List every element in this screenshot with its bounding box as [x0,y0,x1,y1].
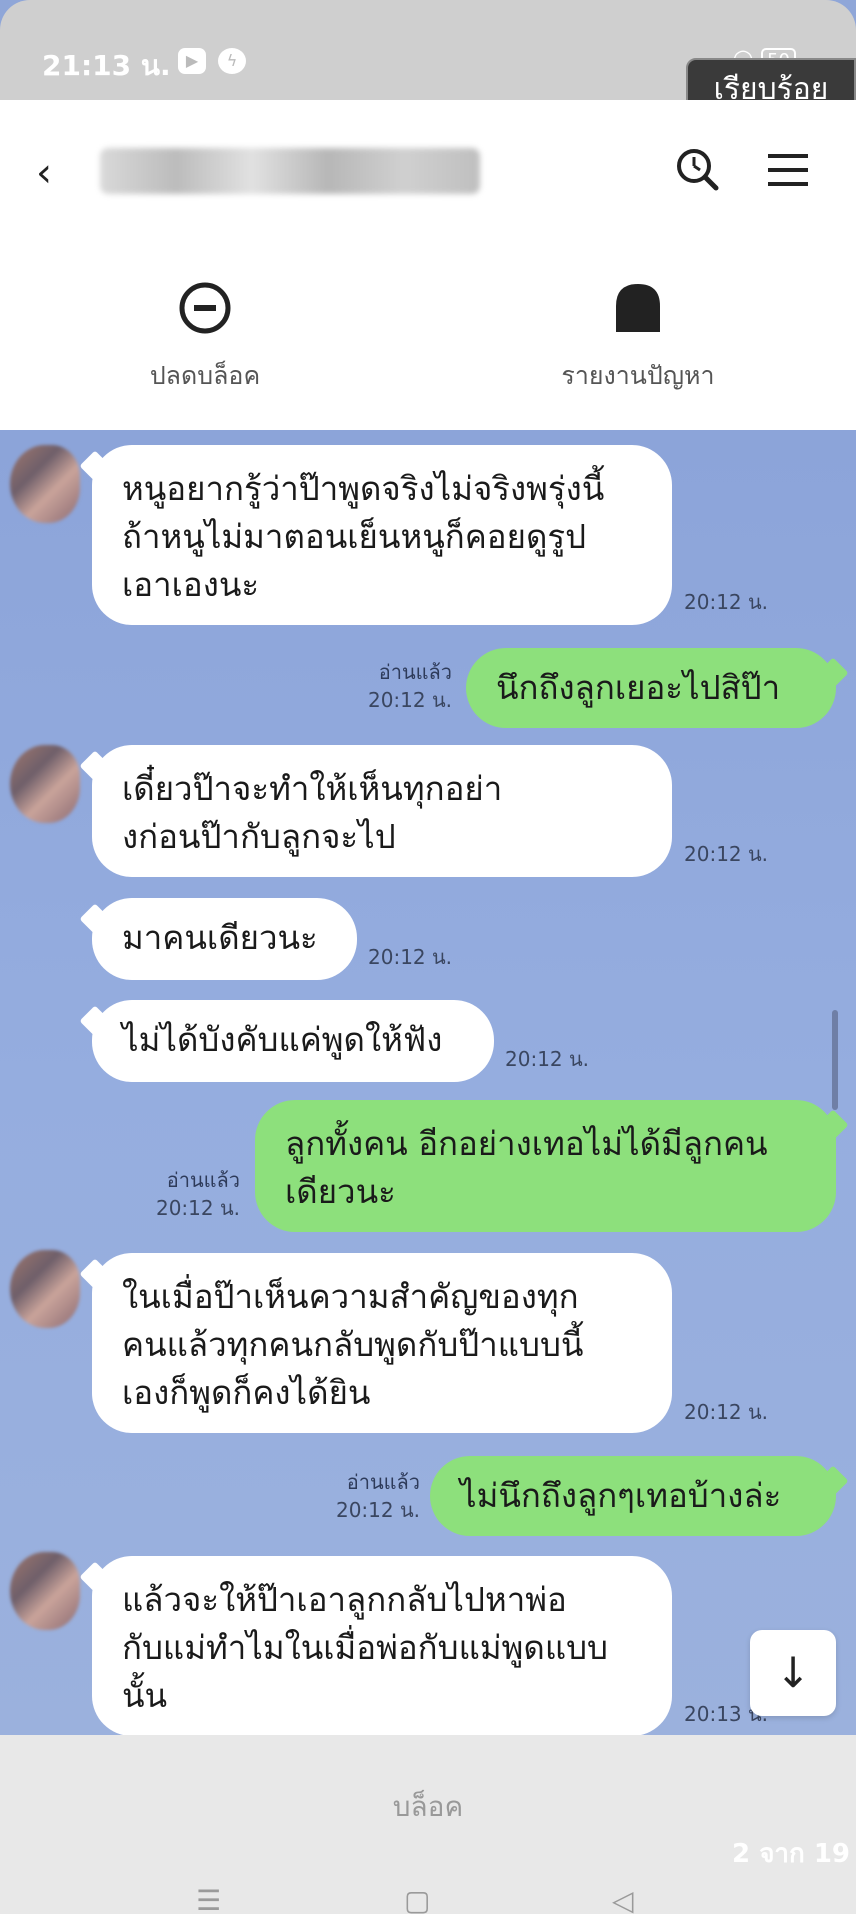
message-bubble[interactable]: นึกถึงลูกเยอะไปสิป๊า [466,648,836,728]
system-nav-bar: ☰ ▢ ◁ [0,1874,856,1914]
read-receipt: อ่านแล้ว 20:12 น. [367,660,452,712]
search-icon[interactable] [668,140,728,200]
scroll-down-button[interactable]: ↓ [750,1630,836,1716]
unblock-icon [179,282,231,334]
message-time: 20:12 น. [684,590,769,614]
app-notification-icon: ▶ [178,48,206,74]
back-icon[interactable]: ‹ [36,150,52,196]
read-receipt: อ่านแล้ว 20:12 น. [335,1470,420,1522]
read-receipt: อ่านแล้ว 20:12 น. [155,1168,240,1220]
recent-apps-icon[interactable]: ☰ [196,1884,221,1914]
message-time: 20:12 น. [368,945,453,969]
messenger-icon: ϟ [218,48,246,74]
scrollbar[interactable] [832,1010,838,1110]
contact-avatar[interactable] [10,1250,80,1328]
block-button[interactable]: บล็อค [0,1785,856,1829]
message-bubble[interactable]: แล้วจะให้ป๊าเอาลูกกลับไปหาพ่อ กับแม่ทำไม… [92,1556,672,1736]
page-counter: 2 จาก 19 [732,1839,850,1869]
message-bubble[interactable]: ไม่ได้บังคับแค่พูดให้ฟัง [92,1000,494,1082]
contact-name-blurred [100,148,480,194]
message-time: 20:12 น. [505,1047,590,1071]
chat-header: ‹ ปลดบล็อค รายงานปัญหา [0,100,856,430]
status-time: 21:13 น. [42,49,171,82]
bottom-bar: บล็อค 2 จาก 19 ☰ ▢ ◁ [0,1735,856,1914]
chat-area[interactable] [0,430,856,1735]
message-bubble[interactable]: หนูอยากรู้ว่าป๊าพูดจริงไม่จริงพรุ่งนี้ ถ… [92,445,672,625]
menu-icon[interactable] [758,140,818,200]
contact-avatar[interactable] [10,445,80,523]
back-nav-icon[interactable]: ◁ [612,1884,634,1914]
unblock-label: ปลดบล็อค [149,361,261,390]
arrow-down-icon: ↓ [775,1648,811,1697]
message-time: 20:12 น. [684,1400,769,1424]
contact-avatar[interactable] [10,1552,80,1630]
home-icon[interactable]: ▢ [404,1884,430,1914]
message-bubble[interactable]: ลูกทั้งคน อีกอย่างเทอไม่ได้มีลูกคน เดียว… [255,1100,836,1232]
screenshot-frame: 21:13 น. ▶ ϟ ◠ 50 เรียบร้อย ‹ ปลดบล็ [0,0,856,1914]
unblock-action[interactable]: ปลดบล็อค [55,280,355,396]
contact-avatar[interactable] [10,745,80,823]
message-bubble[interactable]: เดี๋ยวป๊าจะทำให้เห็นทุกอย่า งก่อนป๊ากับล… [92,745,672,877]
report-label: รายงานปัญหา [561,361,715,390]
message-bubble[interactable]: ไม่นึกถึงลูกๆเทอบ้างล่ะ [430,1456,836,1536]
message-time: 20:12 น. [684,842,769,866]
report-icon [616,284,660,332]
report-action[interactable]: รายงานปัญหา [488,280,788,396]
message-bubble[interactable]: มาคนเดียวนะ [92,898,357,980]
message-bubble[interactable]: ในเมื่อป๊าเห็นความสำคัญของทุก คนแล้วทุกค… [92,1253,672,1433]
